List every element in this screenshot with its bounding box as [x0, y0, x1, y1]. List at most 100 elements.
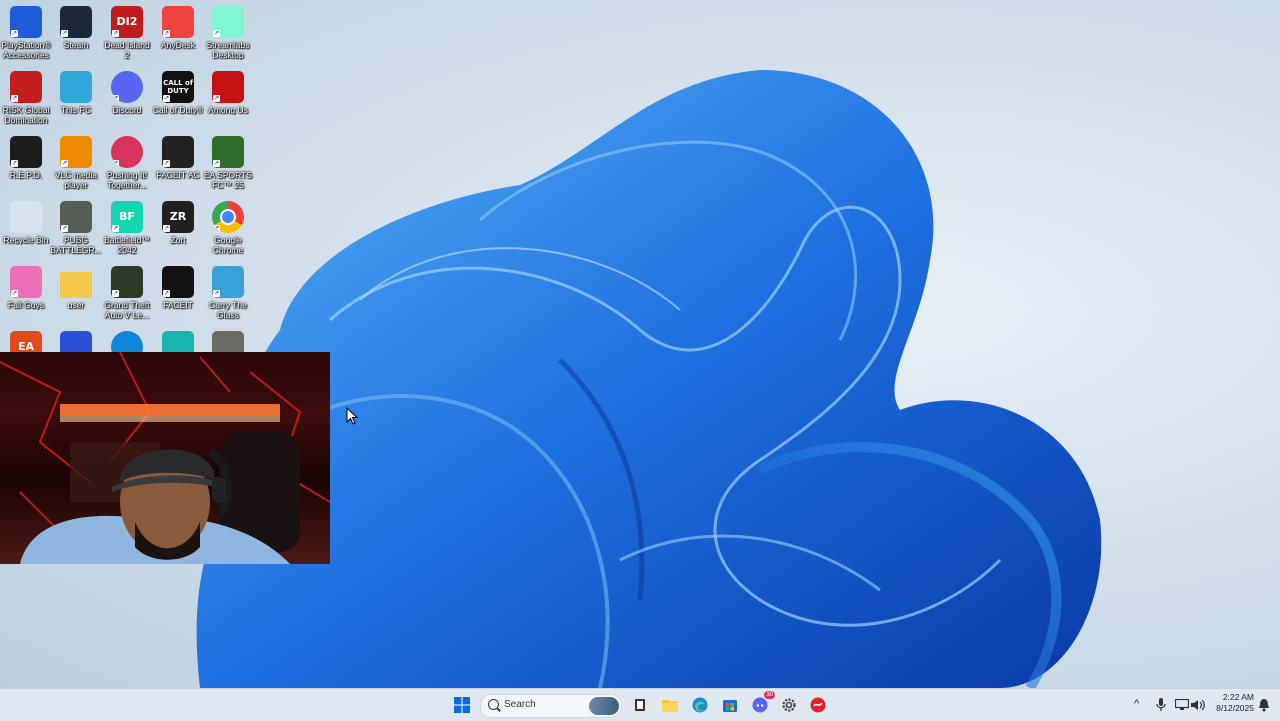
taskbar-settings[interactable]	[779, 695, 799, 715]
shortcut-arrow-icon: ↗	[61, 160, 68, 167]
desktop-icon-label: Zort	[170, 235, 186, 245]
taskbar-app-red[interactable]	[808, 695, 828, 715]
icon-glyph-text: CALL of DUTY	[163, 79, 193, 95]
streamlabs-icon: ↗	[212, 6, 244, 38]
desktop-icon[interactable]: ↗ Steam	[50, 6, 102, 50]
recycle-bin-icon	[10, 201, 42, 233]
vlc-cone-icon: ↗	[60, 136, 92, 168]
shortcut-arrow-icon: ↗	[61, 225, 68, 232]
desktop[interactable]: ↗ PlayStation® Accessories ↗ Steam DI2 ↗ Dead …	[0, 0, 1280, 688]
shortcut-arrow-icon: ↗	[11, 160, 18, 167]
network-icon	[1175, 699, 1189, 710]
edge-icon	[692, 697, 708, 713]
speaker-icon	[1191, 699, 1205, 711]
desktop-icon-label: Recycle Bin	[3, 235, 49, 245]
desktop-icon[interactable]: This PC	[50, 71, 102, 115]
discord-icon	[752, 697, 768, 713]
gear-icon	[782, 698, 796, 712]
desktop-icon[interactable]: CALL of DUTY ↗ Call of Duty®	[152, 71, 204, 115]
desktop-icon[interactable]: ↗ Google Chrome	[202, 201, 254, 255]
desktop-icon[interactable]: user	[50, 266, 102, 310]
clock-date: 8/12/2025	[1216, 703, 1254, 713]
anydesk-icon: ↗	[162, 6, 194, 38]
desktop-icon-label: Call of Duty®	[152, 105, 204, 115]
task-view-button[interactable]	[630, 695, 650, 715]
desktop-icon[interactable]: ↗ R.E.P.O.	[0, 136, 52, 180]
shortcut-arrow-icon: ↗	[163, 290, 170, 297]
red-circle-app-icon	[810, 697, 826, 713]
shortcut-arrow-icon: ↗	[163, 225, 170, 232]
desktop-icon-label: Grand Theft Auto V Le...	[104, 300, 150, 320]
shortcut-arrow-icon: ↗	[112, 225, 119, 232]
desktop-icon[interactable]: ↗ Among Us	[202, 71, 254, 115]
monitor-icon	[60, 71, 92, 103]
shortcut-arrow-icon: ↗	[11, 95, 18, 102]
playstation-icon: ↗	[10, 6, 42, 38]
file-explorer-icon	[662, 700, 678, 712]
icon-glyph-text: DI2	[116, 15, 138, 28]
ea-fc-icon: ↗	[212, 136, 244, 168]
desktop-icon[interactable]: ↗ Streamlabs Desktop	[202, 6, 254, 60]
desktop-icon[interactable]: ↗ Grand Theft Auto V Le...	[101, 266, 153, 320]
desktop-icon-label: Steam	[63, 40, 89, 50]
dead-island-icon: DI2 ↗	[111, 6, 143, 38]
search-placeholder: Search	[504, 699, 536, 710]
show-hidden-icons-chevron[interactable]: ^	[1134, 698, 1139, 710]
desktop-icon[interactable]: ↗ PUBG BATTLEGR...	[50, 201, 102, 255]
taskbar-edge[interactable]	[690, 695, 710, 715]
taskbar-clock[interactable]: 2:22 AM 8/12/2025	[1208, 692, 1254, 714]
desktop-icon[interactable]: Recycle Bin	[0, 201, 52, 245]
desktop-icon[interactable]: ↗ FACEIT	[152, 266, 204, 310]
desktop-icon[interactable]: ↗ EA SPORTS FC™ 25	[202, 136, 254, 190]
tray-volume[interactable]	[1188, 695, 1208, 715]
desktop-icon-label: Streamlabs Desktop	[206, 40, 250, 60]
desktop-icon[interactable]: BF ↗ Battlefield™ 2042	[101, 201, 153, 255]
search-highlight-image	[589, 697, 619, 715]
shortcut-arrow-icon: ↗	[213, 30, 220, 37]
shortcut-arrow-icon: ↗	[213, 95, 220, 102]
desktop-icon[interactable]: ↗ Fall Guys	[0, 266, 52, 310]
desktop-icon[interactable]: ↗ Carry The Glass	[202, 266, 254, 320]
desktop-icon[interactable]: ↗ VLC media player	[50, 136, 102, 190]
clock-time: 2:22 AM	[1222, 692, 1254, 702]
pubg-icon: ↗	[60, 201, 92, 233]
shortcut-arrow-icon: ↗	[112, 160, 119, 167]
notification-badge: 30	[764, 691, 775, 699]
desktop-icon[interactable]: ↗ RISK Global Domination	[0, 71, 52, 125]
tray-microphone[interactable]	[1151, 695, 1171, 715]
faceit-icon: ↗	[162, 266, 194, 298]
desktop-icon-label: user	[67, 300, 85, 310]
taskbar-search-box[interactable]: Search	[480, 694, 622, 718]
desktop-icon[interactable]: DI2 ↗ Dead Island 2	[101, 6, 153, 60]
desktop-icon[interactable]: ↗ FACEIT AC	[152, 136, 204, 180]
steam-icon: ↗	[60, 6, 92, 38]
shortcut-arrow-icon: ↗	[213, 290, 220, 297]
windows-logo-icon	[454, 697, 470, 713]
desktop-icon-label: PlayStation® Accessories	[1, 40, 51, 60]
desktop-icon[interactable]: ↗ Discord	[101, 71, 153, 115]
webcam-overlay	[0, 352, 330, 564]
desktop-icon[interactable]: ↗ PlayStation® Accessories	[0, 6, 52, 60]
bell-icon	[1259, 699, 1269, 712]
start-button[interactable]	[452, 695, 472, 715]
pushing-it-icon: ↗	[111, 136, 143, 168]
among-us-icon: ↗	[212, 71, 244, 103]
tray-notifications[interactable]	[1254, 695, 1274, 715]
taskbar-discord[interactable]: 30	[750, 691, 775, 715]
desktop-icon[interactable]: ↗ Pushing It! Together...	[101, 136, 153, 190]
desktop-icon-label: PUBG BATTLEGR...	[50, 235, 102, 255]
shortcut-arrow-icon: ↗	[213, 225, 220, 232]
desktop-icon-label: EA SPORTS FC™ 25	[203, 170, 253, 190]
store-icon	[723, 700, 737, 712]
desktop-icon-label: Google Chrome	[212, 235, 244, 255]
desktop-icon-label: Discord	[112, 105, 142, 115]
search-icon	[488, 699, 499, 710]
task-view-icon	[635, 699, 645, 711]
icon-glyph-text: EA	[17, 340, 35, 353]
desktop-icon-label: R.E.P.O.	[9, 170, 43, 180]
taskbar-store[interactable]	[720, 695, 740, 715]
desktop-icon[interactable]: ↗ AnyDesk	[152, 6, 204, 50]
desktop-icon[interactable]: ZR ↗ Zort	[152, 201, 204, 245]
shortcut-arrow-icon: ↗	[61, 30, 68, 37]
taskbar-file-explorer[interactable]	[660, 695, 680, 715]
